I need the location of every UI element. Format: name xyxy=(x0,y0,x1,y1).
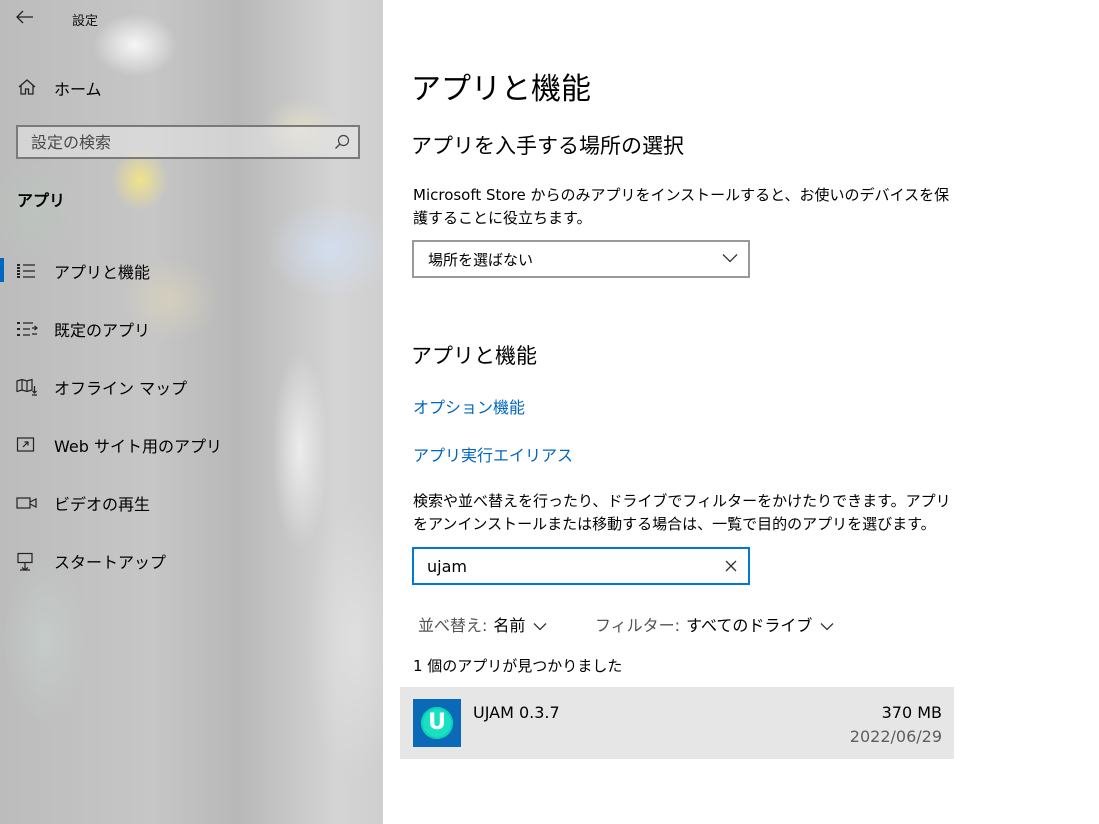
back-arrow-icon xyxy=(16,10,33,24)
sidebar-item-label: ビデオの再生 xyxy=(54,495,151,514)
window-title: 設定 xyxy=(72,14,99,29)
sidebar-item-default-apps[interactable]: 既定のアプリ xyxy=(0,308,383,348)
dropdown-value: 場所を選ばない xyxy=(428,251,534,269)
settings-search-box[interactable] xyxy=(16,125,360,159)
sidebar-section-title: アプリ xyxy=(17,191,66,210)
offline-maps-icon xyxy=(16,378,37,396)
sidebar-item-web-apps[interactable]: Web サイト用のアプリ xyxy=(0,424,383,464)
result-count: 1 個のアプリが見つかりました xyxy=(413,657,623,675)
sort-value: 名前 xyxy=(493,616,526,635)
sort-label: 並べ替え: xyxy=(418,616,488,635)
app-execution-aliases-link[interactable]: アプリ実行エイリアス xyxy=(413,442,573,466)
app-size: 370 MB xyxy=(881,703,942,722)
install-source-description: Microsoft Store からのみアプリをインストールすると、お使いのデバ… xyxy=(413,186,950,227)
main-content: アプリと機能 アプリを入手する場所の選択 Microsoft Store からの… xyxy=(383,0,1099,824)
app-list-item[interactable]: U UJAM 0.3.7 370 MB 2022/06/29 xyxy=(400,687,954,759)
sidebar-item-startup[interactable]: スタートアップ xyxy=(0,540,383,580)
search-icon[interactable] xyxy=(334,134,350,150)
home-icon xyxy=(18,79,36,95)
app-install-date: 2022/06/29 xyxy=(849,727,942,746)
sidebar-item-apps-features[interactable]: アプリと機能 xyxy=(0,250,383,290)
filter-label: フィルター: xyxy=(595,616,681,635)
settings-search-input[interactable] xyxy=(18,127,331,157)
app-icon-letter: U xyxy=(428,710,446,735)
sidebar-item-video-playback[interactable]: ビデオの再生 xyxy=(0,482,383,522)
sidebar-item-offline-maps[interactable]: オフライン マップ xyxy=(0,366,383,406)
sidebar-home-label: ホーム xyxy=(54,80,102,99)
sidebar-item-label: オフライン マップ xyxy=(54,379,188,398)
sidebar: 設定 ホーム アプリ アプリと機能 既定のアプリ xyxy=(0,0,383,824)
sidebar-item-label: Web サイト用のアプリ xyxy=(54,437,222,456)
install-source-heading: アプリを入手する場所の選択 xyxy=(411,134,684,158)
chevron-down-icon xyxy=(820,623,834,631)
filter-value: すべてのドライブ xyxy=(686,616,813,635)
app-name: UJAM 0.3.7 xyxy=(473,703,560,722)
filter-dropdown[interactable]: フィルター: すべてのドライブ xyxy=(595,612,834,636)
sidebar-item-label: アプリと機能 xyxy=(54,263,151,282)
page-title: アプリと機能 xyxy=(411,72,591,107)
video-icon xyxy=(16,497,37,509)
clear-icon[interactable] xyxy=(724,559,738,573)
ujam-app-icon: U xyxy=(413,699,461,747)
apps-features-heading: アプリと機能 xyxy=(411,344,537,368)
web-apps-icon xyxy=(16,437,35,452)
chevron-down-icon xyxy=(533,623,547,631)
chevron-down-icon xyxy=(722,254,738,263)
optional-features-link[interactable]: オプション機能 xyxy=(413,394,525,418)
default-apps-icon xyxy=(17,322,38,336)
sidebar-item-label: 既定のアプリ xyxy=(54,321,151,340)
app-search-input[interactable] xyxy=(414,549,717,583)
back-button[interactable] xyxy=(10,6,42,32)
apps-list-icon xyxy=(17,264,35,278)
sort-dropdown[interactable]: 並べ替え: 名前 xyxy=(418,612,547,636)
apps-search-description: 検索や並べ替えを行ったり、ドライブでフィルターをかけたりできます。アプリをアンイ… xyxy=(413,492,951,533)
startup-icon xyxy=(17,552,33,571)
title-bar: 設定 xyxy=(0,0,383,38)
install-source-dropdown[interactable]: 場所を選ばない xyxy=(412,240,750,278)
sidebar-home[interactable]: ホーム xyxy=(0,70,383,104)
sidebar-item-label: スタートアップ xyxy=(54,553,167,572)
app-search-box[interactable] xyxy=(412,547,750,585)
